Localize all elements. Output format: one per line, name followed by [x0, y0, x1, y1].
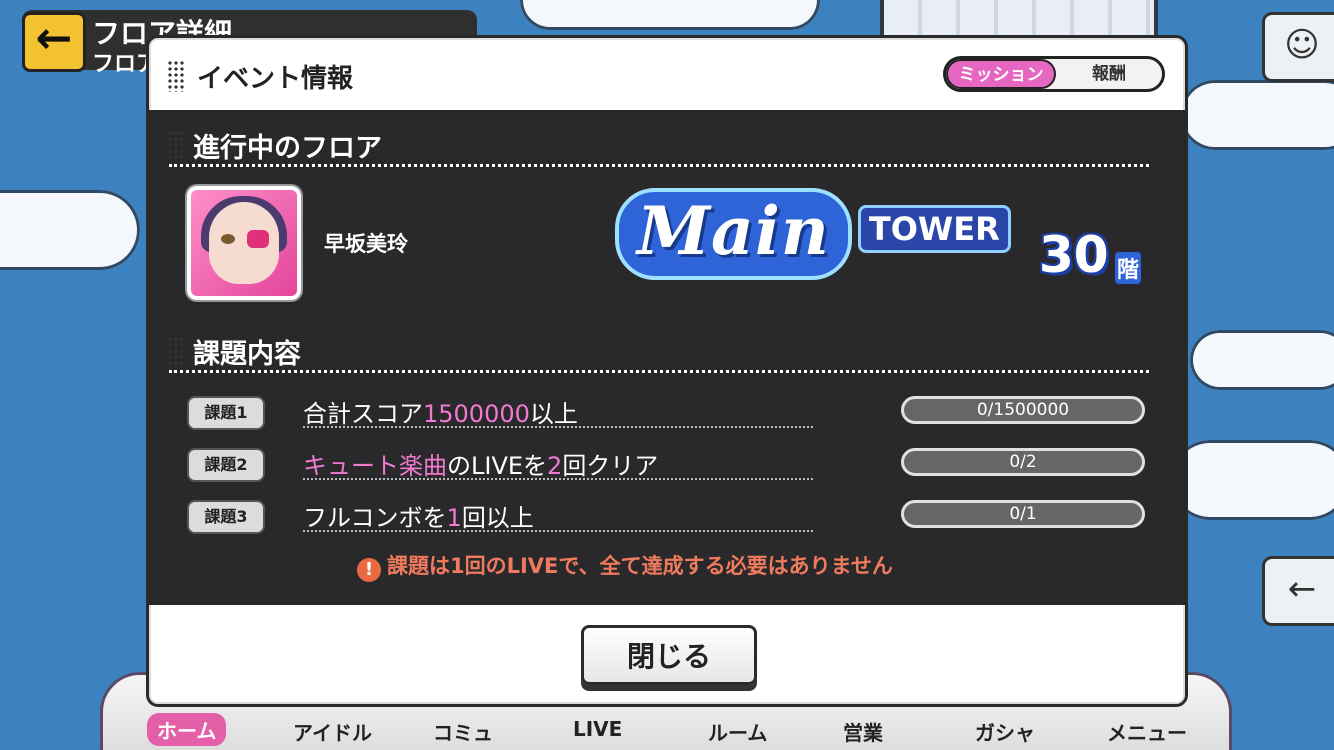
- tab-reward[interactable]: 報酬: [1056, 59, 1162, 89]
- logo-tower-text: TOWER: [857, 205, 1011, 253]
- profile-button[interactable]: ☺: [1262, 12, 1334, 82]
- exit-arrow-icon: ←: [1287, 569, 1317, 609]
- cloud: [0, 190, 140, 270]
- divider: [169, 164, 1149, 167]
- task-progress: 0/2: [901, 448, 1145, 476]
- notice-text: ! 課題は1回のLIVEで、全て達成する必要はありません: [357, 550, 893, 582]
- divider: [169, 370, 1149, 373]
- nav-room[interactable]: ルーム: [708, 717, 767, 746]
- main-tower-logo: Main TOWER: [615, 188, 1011, 280]
- user-icon: ☺: [1284, 25, 1320, 65]
- nav-live[interactable]: LIVE: [573, 717, 622, 741]
- warning-icon: !: [357, 558, 381, 582]
- cloud: [1190, 330, 1334, 390]
- task-label: 課題3: [187, 500, 265, 534]
- nav-work[interactable]: 営業: [843, 717, 883, 746]
- dialog-header: イベント情報 ミッション 報酬: [149, 38, 1185, 110]
- grip-icon: [167, 60, 185, 92]
- task-label: 課題1: [187, 396, 265, 430]
- task-row: 課題1 合計スコア1500000以上 0/1500000: [187, 392, 1149, 432]
- task-label: 課題2: [187, 448, 265, 482]
- nav-idol[interactable]: アイドル: [293, 717, 372, 746]
- task-progress: 0/1: [901, 500, 1145, 528]
- nav-home[interactable]: ホーム: [147, 713, 227, 746]
- back-button[interactable]: ←: [22, 12, 86, 72]
- current-floor-heading: 進行中のフロア: [193, 133, 382, 164]
- floor-number: 30: [1039, 226, 1109, 284]
- cloud: [1180, 80, 1334, 150]
- character-avatar: [187, 186, 301, 300]
- tab-switch: ミッション 報酬: [943, 56, 1165, 92]
- close-button[interactable]: 閉じる: [581, 625, 757, 685]
- mission-panel: 進行中のフロア 早坂美玲 Main TOWER 30 階 課題内容 課題1 合計ス…: [149, 110, 1185, 605]
- cloud: [520, 0, 820, 30]
- task-row: 課題3 フルコンボを1回以上 0/1: [187, 496, 1149, 536]
- nav-gacha[interactable]: ガシャ: [975, 717, 1035, 746]
- task-description: キュート楽曲のLIVEを2回クリア: [303, 446, 813, 480]
- dialog-title: イベント情報: [197, 64, 354, 94]
- nav-menu[interactable]: メニュー: [1107, 717, 1187, 746]
- task-description: フルコンボを1回以上: [303, 498, 813, 532]
- tasks-heading: 課題内容: [193, 339, 301, 370]
- task-description: 合計スコア1500000以上: [303, 394, 813, 428]
- tab-mission[interactable]: ミッション: [946, 59, 1056, 89]
- nav-commu[interactable]: コミュ: [433, 717, 493, 746]
- grip-icon: [167, 336, 185, 368]
- arrow-left-icon: ←: [35, 13, 73, 64]
- avatar-eyepatch: [247, 230, 269, 248]
- floor-unit: 階: [1115, 252, 1142, 284]
- avatar-eye: [221, 234, 235, 244]
- character-name: 早坂美玲: [324, 232, 408, 256]
- exit-button[interactable]: ←: [1262, 556, 1334, 626]
- cloud: [1170, 440, 1334, 520]
- task-progress: 0/1500000: [901, 396, 1145, 424]
- grip-icon: [167, 130, 185, 162]
- logo-main-text: Main: [615, 188, 852, 280]
- task-row: 課題2 キュート楽曲のLIVEを2回クリア 0/2: [187, 444, 1149, 484]
- event-info-dialog: イベント情報 ミッション 報酬 進行中のフロア 早坂美玲 Main TOWER 3…: [146, 35, 1188, 707]
